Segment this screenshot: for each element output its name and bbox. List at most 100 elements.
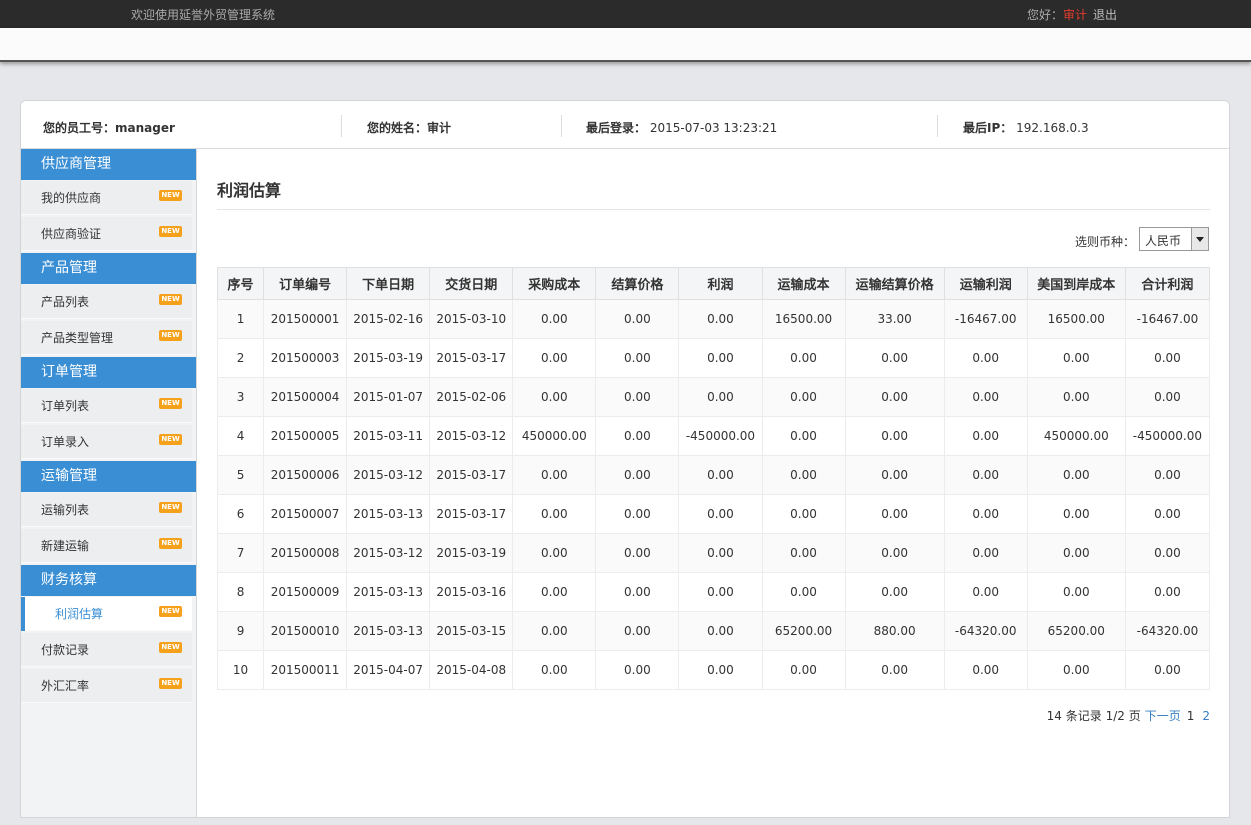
- sidebar-item-supplier-verify[interactable]: 供应商验证 NEW: [21, 217, 192, 251]
- last-login: 最后登录： 2015-07-03 13:23:21: [586, 119, 777, 136]
- table-cell: 9: [216, 611, 265, 651]
- table-cell: 0.00: [943, 377, 1028, 417]
- column-header: 采购成本: [512, 267, 597, 300]
- table-cell: 2015-02-06: [429, 377, 514, 417]
- nav-group-suppliers[interactable]: 供应商管理: [21, 149, 196, 180]
- table-cell: 0.00: [943, 533, 1028, 573]
- column-header: 利润: [678, 267, 763, 300]
- last-login-label: 最后登录：: [586, 121, 647, 135]
- currency-label: 选则币种：: [1075, 235, 1136, 249]
- column-header: 序号: [216, 267, 265, 300]
- table-cell: 5: [216, 455, 265, 495]
- current-user-link[interactable]: 审计: [1063, 8, 1087, 22]
- table-cell: 0.00: [761, 416, 846, 456]
- info-divider: [937, 115, 938, 137]
- table-cell: 0.00: [512, 611, 597, 651]
- table-cell: 0.00: [1124, 455, 1211, 495]
- table-cell: 2015-03-12: [346, 533, 431, 573]
- employee-id: 您的员工号：manager: [43, 119, 175, 136]
- table-row: 2 201500003 2015-03-19 2015-03-17 0.00 0.00 0.…: [216, 338, 1211, 378]
- table-row: 3 201500004 2015-01-07 2015-02-06 0.00 0.00 0.…: [216, 377, 1211, 417]
- sidebar-item-exchange-rates[interactable]: 外汇汇率 NEW: [21, 669, 192, 703]
- sidebar-item-product-types[interactable]: 产品类型管理 NEW: [21, 321, 192, 355]
- table-cell: 0.00: [512, 455, 597, 495]
- user-name-value: 审计: [427, 121, 452, 135]
- last-ip-value: 192.168.0.3: [1016, 121, 1089, 135]
- table-cell: 201500004: [263, 377, 348, 417]
- column-header: 运输结算价格: [844, 267, 945, 300]
- table-cell: 880.00: [844, 611, 945, 651]
- employee-id-value: manager: [115, 121, 175, 135]
- table-row: 9 201500010 2015-03-13 2015-03-15 0.00 0.00 0.…: [216, 611, 1211, 651]
- logout-link[interactable]: 退出: [1093, 8, 1117, 22]
- table-cell: 201500006: [263, 455, 348, 495]
- table-cell: 0.00: [844, 416, 945, 456]
- user-info-bar: 您的员工号：manager 您的姓名：审计 最后登录： 2015-07-03 1…: [21, 101, 1229, 149]
- sidebar-item-new-shipping[interactable]: 新建运输 NEW: [21, 529, 192, 563]
- table-cell: 201500010: [263, 611, 348, 651]
- table-cell: 0.00: [943, 455, 1028, 495]
- table-cell: 0.00: [678, 377, 763, 417]
- new-badge-icon: NEW: [159, 226, 182, 237]
- nav-group-shipping[interactable]: 运输管理: [21, 461, 196, 492]
- table-row: 6 201500007 2015-03-13 2015-03-17 0.00 0.00 0.…: [216, 494, 1211, 534]
- table-cell: 0.00: [512, 299, 597, 339]
- table-cell: 0.00: [512, 572, 597, 612]
- table-row: 5 201500006 2015-03-12 2015-03-17 0.00 0.00 0.…: [216, 455, 1211, 495]
- new-badge-icon: NEW: [159, 330, 182, 341]
- table-cell: -64320.00: [1124, 611, 1211, 651]
- employee-id-label: 您的员工号：: [43, 121, 116, 135]
- nav-group-finance[interactable]: 财务核算: [21, 565, 196, 596]
- sidebar-item-my-suppliers[interactable]: 我的供应商 NEW: [21, 181, 192, 215]
- dropdown-arrow-icon[interactable]: [1191, 228, 1208, 250]
- table-cell: 33.00: [844, 299, 945, 339]
- sidebar-item-order-entry[interactable]: 订单录入 NEW: [21, 425, 192, 459]
- sidebar-item-shipping-list[interactable]: 运输列表 NEW: [21, 493, 192, 527]
- table-cell: 0.00: [844, 338, 945, 378]
- page-2-link[interactable]: 2: [1202, 709, 1210, 723]
- table-cell: 0.00: [761, 533, 846, 573]
- table-cell: 0.00: [1026, 338, 1126, 378]
- table-cell: 2015-03-10: [429, 299, 514, 339]
- table-cell: 0.00: [844, 377, 945, 417]
- column-header: 订单编号: [263, 267, 348, 300]
- table-cell: 0.00: [1124, 377, 1211, 417]
- table-cell: 0.00: [943, 494, 1028, 534]
- table-row: 7 201500008 2015-03-12 2015-03-19 0.00 0.00 0.…: [216, 533, 1211, 573]
- table-cell: 201500001: [263, 299, 348, 339]
- column-header: 下单日期: [346, 267, 431, 300]
- content-area: 利润估算 选则币种： 人民币 序号 订单编号 下单日期 交货日期 采购成本 结算价格 利润运…: [216, 149, 1211, 817]
- sidebar-item-order-list[interactable]: 订单列表 NEW: [21, 389, 192, 423]
- nav-group-orders[interactable]: 订单管理: [21, 357, 196, 388]
- table-cell: 0.00: [678, 533, 763, 573]
- user-area: 您好：审计 退出: [1027, 6, 1117, 23]
- new-badge-icon: NEW: [159, 642, 182, 653]
- table-cell: 0.00: [512, 650, 597, 690]
- table-cell: 0.00: [595, 338, 680, 378]
- sidebar-item-payment-records[interactable]: 付款记录 NEW: [21, 633, 192, 667]
- sidebar-item-profit-estimate[interactable]: 利润估算 NEW: [21, 597, 192, 631]
- table-cell: 2015-03-13: [346, 611, 431, 651]
- column-header: 运输利润: [943, 267, 1028, 300]
- sidebar-item-product-list[interactable]: 产品列表 NEW: [21, 285, 192, 319]
- table-cell: 0.00: [943, 338, 1028, 378]
- table-cell: -450000.00: [678, 416, 763, 456]
- table-cell: 0.00: [761, 494, 846, 534]
- page-title: 利润估算: [217, 181, 282, 200]
- table-cell: 450000.00: [1026, 416, 1126, 456]
- currency-select[interactable]: 人民币: [1139, 227, 1209, 251]
- table-cell: 0.00: [761, 377, 846, 417]
- last-ip-label: 最后IP：: [963, 121, 1013, 135]
- info-divider: [561, 115, 562, 137]
- table-cell: 0.00: [1026, 572, 1126, 612]
- table-cell: -16467.00: [1124, 299, 1211, 339]
- table-cell: 0.00: [943, 572, 1028, 612]
- table-cell: 0.00: [595, 494, 680, 534]
- table-cell: 2015-04-07: [346, 650, 431, 690]
- table-cell: 0.00: [512, 533, 597, 573]
- nav-group-products[interactable]: 产品管理: [21, 253, 196, 284]
- table-cell: 8: [216, 572, 265, 612]
- next-page-link[interactable]: 下一页: [1145, 709, 1181, 723]
- system-welcome: 欢迎使用延誉外贸管理系统: [131, 8, 276, 22]
- table-row: 4 201500005 2015-03-11 2015-03-12 450000.00 0…: [216, 416, 1211, 456]
